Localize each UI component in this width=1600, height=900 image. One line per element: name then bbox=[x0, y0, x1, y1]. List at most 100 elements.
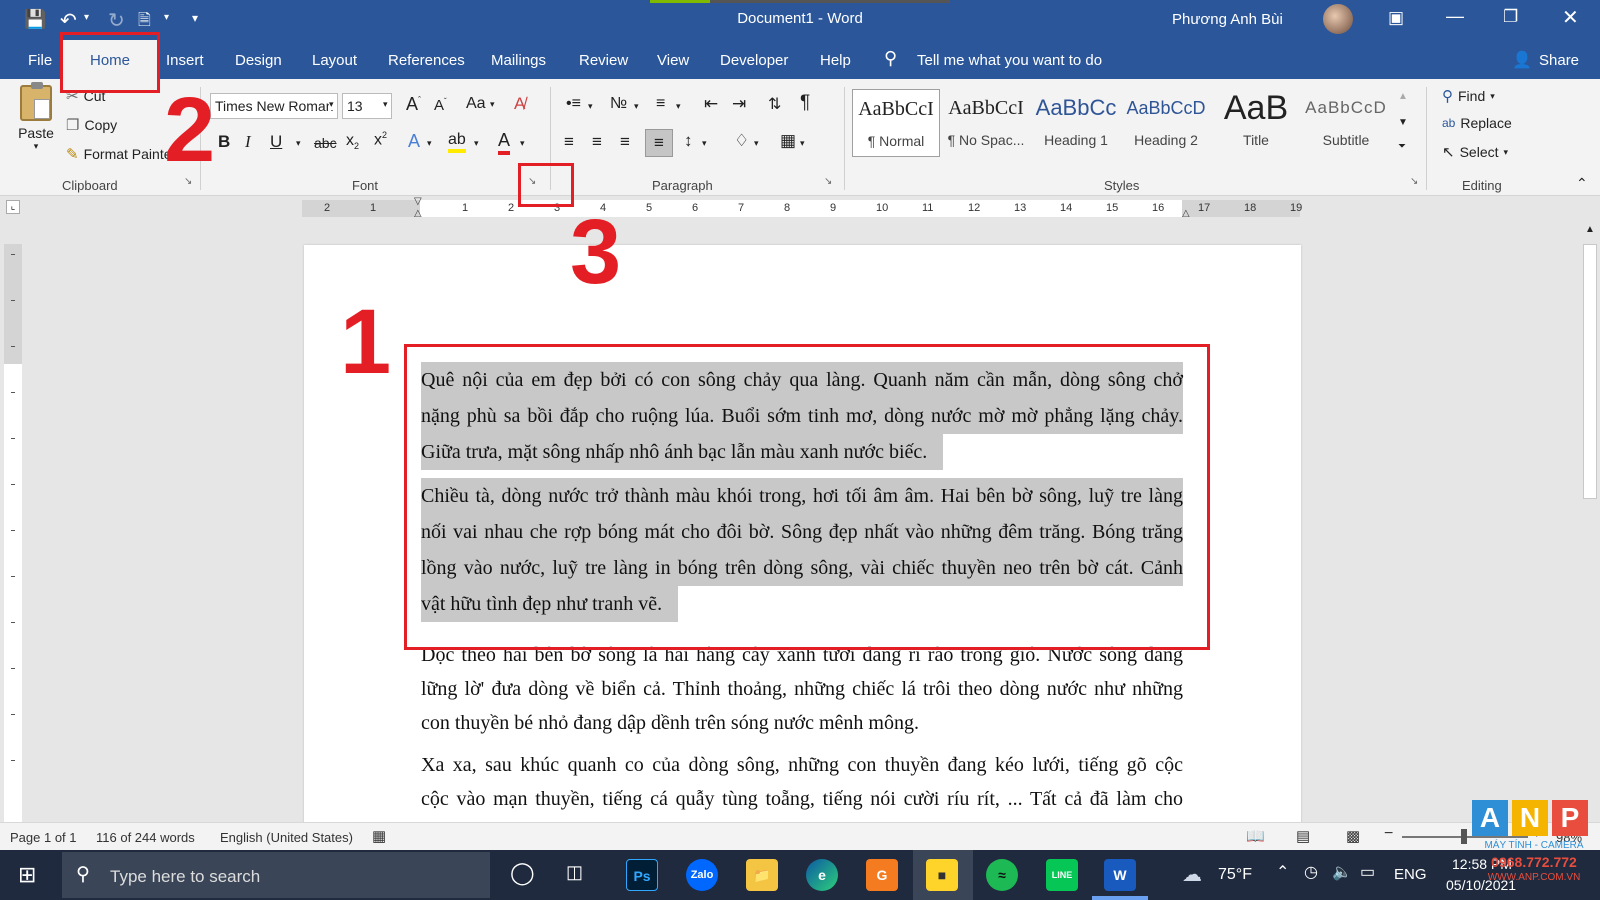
style-title[interactable]: AaB Title bbox=[1212, 89, 1300, 157]
zoom-out-icon[interactable]: − bbox=[1384, 825, 1393, 843]
vertical-scrollbar[interactable]: ▲ bbox=[1580, 224, 1600, 822]
pilcrow-icon[interactable]: ¶ bbox=[800, 92, 810, 114]
find-dropdown-icon[interactable]: ▾ bbox=[1490, 91, 1495, 102]
bullets-icon[interactable]: •≡ bbox=[566, 95, 581, 113]
line-icon[interactable]: LINE bbox=[1046, 859, 1078, 891]
text-effects-dropdown-icon[interactable]: ▾ bbox=[427, 138, 432, 149]
tab-references[interactable]: References bbox=[386, 40, 467, 79]
vertical-ruler[interactable] bbox=[4, 244, 22, 822]
style-no-spacing[interactable]: AaBbCcI ¶ No Spac... bbox=[942, 89, 1030, 157]
undo-dropdown-icon[interactable]: ▾ bbox=[84, 12, 89, 23]
first-line-indent-icon[interactable]: ▽ bbox=[414, 196, 422, 207]
font-color-dropdown-icon[interactable]: ▾ bbox=[520, 138, 525, 149]
spotify-icon[interactable]: ≈ bbox=[986, 859, 1018, 891]
font-name-select[interactable]: Times New Roman bbox=[210, 93, 338, 119]
customize-icon[interactable]: ▾ bbox=[192, 11, 198, 25]
shading-icon[interactable]: ♢ bbox=[734, 131, 749, 151]
clear-formatting-icon[interactable]: A̸ bbox=[514, 94, 525, 114]
borders-icon[interactable]: ▦ bbox=[780, 131, 796, 151]
tab-review[interactable]: Review bbox=[577, 40, 630, 79]
tab-mailings[interactable]: Mailings bbox=[489, 40, 548, 79]
highlight-dropdown-icon[interactable]: ▾ bbox=[474, 138, 479, 149]
close-icon[interactable]: ✕ bbox=[1562, 5, 1579, 30]
edge-icon[interactable]: e bbox=[806, 859, 838, 891]
style-heading-2[interactable]: AaBbCcD Heading 2 bbox=[1122, 89, 1210, 157]
sticky-notes-icon[interactable]: ■ bbox=[926, 859, 958, 891]
highlight-icon[interactable]: ab bbox=[448, 131, 466, 153]
minimize-icon[interactable]: — bbox=[1446, 6, 1464, 27]
collapse-ribbon-icon[interactable]: ⌃ bbox=[1576, 175, 1588, 192]
scrollbar-thumb[interactable] bbox=[1583, 244, 1597, 499]
shading-dropdown-icon[interactable]: ▾ bbox=[754, 138, 759, 149]
tab-help[interactable]: Help bbox=[818, 40, 853, 79]
redo-icon[interactable]: ↻ bbox=[108, 8, 125, 33]
task-view-icon[interactable]: ◫ bbox=[566, 862, 583, 883]
save-as-dropdown-icon[interactable]: ▾ bbox=[164, 12, 169, 23]
word-count[interactable]: 116 of 244 words bbox=[96, 830, 195, 845]
input-language[interactable]: ENG bbox=[1394, 866, 1427, 883]
multilevel-dropdown-icon[interactable]: ▾ bbox=[676, 101, 681, 112]
tab-design[interactable]: Design bbox=[233, 40, 284, 79]
paragraph-4[interactable]: Xa xa, sau khúc quanh co của dòng sông, … bbox=[421, 748, 1183, 816]
justify-icon[interactable]: ≡ bbox=[645, 129, 673, 157]
restore-icon[interactable]: ❐ bbox=[1503, 7, 1518, 27]
accessibility-icon[interactable]: ▦ bbox=[372, 827, 386, 845]
grow-font-icon[interactable]: Aˆ bbox=[406, 94, 421, 115]
read-mode-icon[interactable]: 📖 bbox=[1246, 827, 1265, 845]
numbering-icon[interactable]: № bbox=[610, 95, 627, 113]
windows-start-icon[interactable]: ⊞ bbox=[18, 862, 36, 888]
font-name-dropdown-icon[interactable]: ▾ bbox=[329, 99, 334, 110]
share-button[interactable]: Share bbox=[1537, 40, 1581, 79]
tab-layout[interactable]: Layout bbox=[310, 40, 359, 79]
user-name[interactable]: Phương Anh Bùi bbox=[1172, 11, 1283, 28]
chevron-up-icon[interactable]: ⌃ bbox=[1276, 862, 1289, 882]
subscript-icon[interactable]: x2 bbox=[346, 132, 359, 151]
decrease-indent-icon[interactable]: ⇤ bbox=[704, 94, 718, 114]
style-normal[interactable]: AaBbCcI ¶ Normal bbox=[852, 89, 940, 157]
styles-scroll-down-icon[interactable]: ▼ bbox=[1398, 117, 1408, 128]
multilevel-list-icon[interactable]: ≡ bbox=[656, 95, 665, 113]
paste-button[interactable]: Paste ▾ bbox=[16, 82, 56, 152]
replace-button[interactable]: ab Replace bbox=[1442, 115, 1512, 131]
styles-launcher-icon[interactable]: ↘ bbox=[1410, 176, 1418, 187]
avatar[interactable] bbox=[1323, 4, 1353, 34]
word-icon[interactable]: W bbox=[1104, 859, 1136, 891]
volume-icon[interactable]: 🔈 bbox=[1332, 862, 1352, 882]
strikethrough-icon[interactable]: abc bbox=[314, 135, 337, 151]
align-right-icon[interactable]: ≡ bbox=[620, 132, 630, 152]
language[interactable]: English (United States) bbox=[220, 830, 353, 845]
format-painter-button[interactable]: ✎ Format Painter bbox=[66, 145, 170, 163]
photoshop-icon[interactable]: Ps bbox=[626, 859, 658, 891]
cortana-icon[interactable]: ◯ bbox=[510, 860, 535, 886]
styles-scroll-up-icon[interactable]: ▲ bbox=[1398, 91, 1408, 102]
line-spacing-dropdown-icon[interactable]: ▾ bbox=[702, 138, 707, 149]
bullets-dropdown-icon[interactable]: ▾ bbox=[588, 101, 593, 112]
zoom-slider-thumb[interactable] bbox=[1461, 829, 1467, 844]
horizontal-ruler[interactable]: 2 1 1 2 3 4 5 6 7 8 9 10 11 12 13 14 15 16 17 18 19 ▽ △ △ bbox=[302, 196, 1302, 219]
italic-icon[interactable]: I bbox=[245, 132, 251, 152]
tab-view[interactable]: View bbox=[655, 40, 691, 79]
sort-icon[interactable]: ⇅ bbox=[768, 94, 781, 114]
save-icon[interactable]: 💾 bbox=[24, 9, 46, 30]
tell-me-search[interactable]: Tell me what you want to do bbox=[915, 40, 1104, 79]
find-button[interactable]: ⚲ Find ▾ bbox=[1442, 87, 1495, 105]
zalo-icon[interactable]: Zalo bbox=[686, 859, 718, 891]
bold-icon[interactable]: B bbox=[218, 132, 230, 152]
change-case-dropdown-icon[interactable]: ▾ bbox=[490, 99, 495, 110]
foxit-icon[interactable]: G bbox=[866, 859, 898, 891]
change-case-button[interactable]: Aa bbox=[466, 95, 486, 113]
taskbar-search[interactable]: ⚲ Type here to search bbox=[62, 852, 490, 898]
underline-icon[interactable]: U bbox=[270, 132, 282, 152]
scroll-up-icon[interactable]: ▲ bbox=[1585, 224, 1595, 235]
paragraph-3[interactable]: Dọc theo hai bên bờ sông là hai hàng cây… bbox=[421, 638, 1183, 740]
select-button[interactable]: ↖ Select ▾ bbox=[1442, 143, 1508, 161]
text-effects-icon[interactable]: A bbox=[408, 131, 420, 152]
web-layout-icon[interactable]: ▩ bbox=[1346, 827, 1360, 845]
shrink-font-icon[interactable]: Aˇ bbox=[434, 97, 447, 114]
align-left-icon[interactable]: ≡ bbox=[564, 132, 574, 152]
font-color-icon[interactable]: A bbox=[498, 130, 511, 155]
numbering-dropdown-icon[interactable]: ▾ bbox=[634, 101, 639, 112]
file-explorer-icon[interactable]: 📁 bbox=[746, 859, 778, 891]
font-size-dropdown-icon[interactable]: ▾ bbox=[383, 99, 388, 110]
tab-file[interactable]: File bbox=[26, 40, 54, 79]
